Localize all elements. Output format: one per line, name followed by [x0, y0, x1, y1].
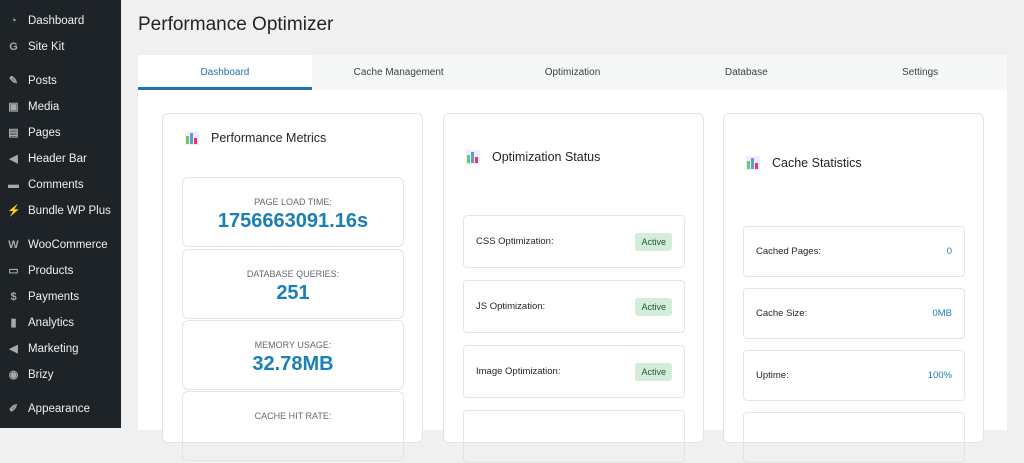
optimization-label: CSS Optimization:: [476, 236, 554, 247]
tab-3[interactable]: Database: [659, 55, 833, 90]
megaphone-icon: ◀: [9, 342, 18, 355]
sidebar-item[interactable]: ▮ Analytics: [7, 313, 74, 333]
woo-icon: W: [8, 238, 19, 251]
metric-label: MEMORY USAGE:: [254, 340, 332, 350]
sidebar-item-label: Posts: [28, 75, 57, 87]
cache-stat-item: Cached Pages: 0: [743, 226, 965, 277]
dashboard-icon: ◔: [10, 14, 17, 27]
metric-box: PAGE LOAD TIME: 1756663091.16s: [182, 177, 404, 247]
archive-icon: ▭: [8, 264, 19, 277]
optimization-item: [463, 410, 685, 463]
cache-stat-item: [743, 412, 965, 463]
card-title: Performance Metrics: [211, 131, 327, 145]
optimization-label: JS Optimization:: [476, 301, 546, 312]
plugin-icon: ⚡: [7, 204, 21, 217]
cache-stat-label: Cached Pages:: [756, 246, 821, 257]
google-icon: G: [9, 40, 18, 53]
metric-label: DATABASE QUERIES:: [246, 269, 340, 279]
sidebar-item-label: Dashboard: [28, 15, 85, 27]
sidebar-item[interactable]: ◀ Marketing: [7, 339, 79, 359]
performance-metrics-card: Performance Metrics PAGE LOAD TIME: 17566…: [162, 113, 423, 461]
sidebar-item[interactable]: ▭ Products: [7, 261, 73, 281]
sidebar-item-label: Header Bar: [28, 153, 87, 165]
metric-box: MEMORY USAGE: 32.78MB: [182, 320, 404, 390]
chart-icon: [746, 156, 760, 170]
pin-icon: ✎: [8, 74, 19, 87]
sidebar-item[interactable]: ✐ Appearance: [7, 399, 90, 419]
sidebar-item[interactable]: ◀ Header Bar: [7, 149, 87, 169]
sidebar-item[interactable]: ✎ Posts: [7, 71, 57, 91]
sidebar-item-label: Payments: [28, 291, 80, 303]
card-header: Performance Metrics: [185, 131, 326, 145]
sidebar-item-label: Media: [28, 101, 60, 113]
cache-stat-label: Uptime:: [756, 370, 789, 381]
chart-icon: [466, 150, 480, 164]
sidebar-item-label: Brizy: [28, 369, 54, 381]
chart-icon: [185, 131, 199, 145]
bar-chart-icon: ▮: [10, 316, 17, 329]
brush-icon: ✐: [8, 402, 19, 415]
sidebar-item-label: Bundle WP Plus: [28, 205, 111, 217]
pages-icon: ▤: [8, 126, 19, 139]
optimization-item: CSS Optimization: Active: [463, 215, 685, 268]
admin-sidebar: ◔ Dashboard G Site Kit ✎ Posts ▣ Media ▤ Pages ◀ He…: [0, 0, 121, 428]
card-title: Optimization Status: [492, 150, 601, 164]
metric-box: DATABASE QUERIES: 251: [182, 249, 404, 319]
tab-2[interactable]: Optimization: [486, 55, 660, 90]
sidebar-item[interactable]: ◔ Dashboard: [7, 11, 84, 31]
tab-1[interactable]: Cache Management: [312, 55, 486, 90]
sidebar-item[interactable]: G Site Kit: [7, 37, 64, 57]
optimization-item: Image Optimization: Active: [463, 345, 685, 398]
sidebar-item[interactable]: ⚡ Bundle WP Plus: [7, 201, 111, 221]
sidebar-item[interactable]: ▤ Pages: [7, 123, 61, 143]
tab-bar: Dashboard Cache Management Optimization Dat…: [138, 55, 1007, 90]
sidebar-item[interactable]: ◉ Brizy: [7, 365, 54, 385]
comment-icon: ▬: [8, 178, 19, 191]
sidebar-item[interactable]: W WooCommerce: [7, 235, 108, 255]
metric-value: 1756663091.16s: [217, 210, 369, 232]
sidebar-item-label: Products: [28, 265, 74, 277]
status-badge: Active: [635, 362, 672, 381]
card-title: Cache Statistics: [772, 156, 862, 170]
sidebar-item[interactable]: ▬ Comments: [7, 175, 84, 195]
metric-value: 251: [276, 282, 310, 304]
status-badge: Active: [635, 232, 672, 251]
sidebar-item-label: Comments: [28, 179, 84, 191]
cache-statistics-card: Cache Statistics Cached Pages: 0 Cache Siz…: [723, 113, 984, 463]
sidebar-item-label: Marketing: [28, 343, 79, 355]
cache-stat-label: Cache Size:: [756, 308, 808, 319]
metric-value: 32.78MB: [252, 353, 334, 375]
brizy-icon: ◉: [8, 368, 19, 381]
sidebar-item-label: Appearance: [28, 403, 91, 415]
card-header: Optimization Status: [466, 150, 600, 164]
metric-box: CACHE HIT RATE:: [182, 391, 404, 461]
optimization-label: Image Optimization:: [476, 366, 561, 377]
cache-stat-item: Uptime: 100%: [743, 350, 965, 401]
metric-label: PAGE LOAD TIME:: [254, 197, 332, 207]
megaphone-icon: ◀: [9, 152, 18, 165]
optimization-status-card: Optimization Status CSS Optimization: Act…: [443, 113, 704, 463]
media-icon: ▣: [8, 100, 19, 113]
metric-label: CACHE HIT RATE:: [254, 411, 332, 421]
cache-stat-item: Cache Size: 0MB: [743, 288, 965, 339]
cache-stat-value: 0: [946, 246, 952, 257]
status-badge: Active: [635, 297, 672, 316]
tab-4[interactable]: Settings: [833, 55, 1007, 90]
sidebar-item[interactable]: $ Payments: [7, 287, 79, 307]
cache-stat-value: 0MB: [932, 308, 952, 319]
dashboard-panel: Performance Metrics PAGE LOAD TIME: 17566…: [138, 90, 1007, 463]
optimization-item: JS Optimization: Active: [463, 280, 685, 333]
sidebar-item-label: Analytics: [28, 317, 75, 329]
sidebar-item[interactable]: ▣ Media: [7, 97, 59, 117]
page-title: Performance Optimizer: [138, 14, 334, 35]
sidebar-item-label: Pages: [28, 127, 61, 139]
cache-stat-value: 100%: [927, 370, 952, 381]
sidebar-item-label: Site Kit: [28, 41, 65, 53]
sidebar-item-label: WooCommerce: [28, 239, 108, 251]
tab-0[interactable]: Dashboard: [138, 55, 312, 90]
card-header: Cache Statistics: [746, 156, 862, 170]
payments-icon: $: [10, 290, 17, 303]
